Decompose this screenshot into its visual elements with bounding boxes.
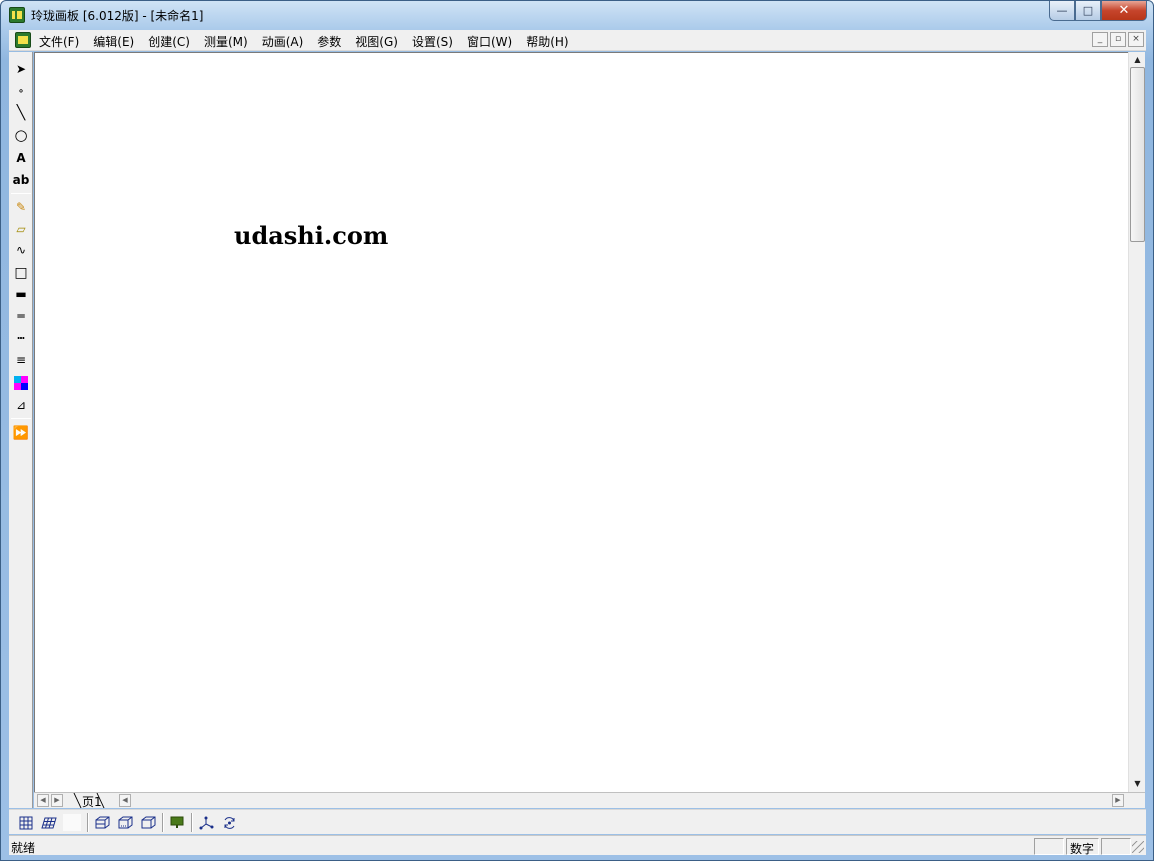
text-label-tool-icon[interactable]: A [12,149,30,167]
resize-grip-icon[interactable] [1132,841,1144,853]
close-button[interactable]: ✕ [1101,1,1147,21]
skew-grid-icon[interactable] [40,814,58,831]
bottom-toolbar-separator-3 [191,813,193,832]
canvas-watermark-text: udashi.com [234,221,389,250]
dotted-line-style-icon[interactable]: ┅ [12,329,30,347]
drawing-toolbox: ➤ ∘ ╲ ○ A ab ✎ ▱ ∿ □ ▬ ═ ┅ ≡ ⊿ ⏩ [9,52,33,808]
display-screen-icon[interactable] [168,814,186,831]
minimize-button[interactable]: — [1049,1,1075,21]
page-tab-bar: ◀ ▶ 页1 ◀ ▶ [34,792,1145,809]
tab-scroll-right-icon[interactable]: ▶ [51,794,63,807]
menu-view[interactable]: 视图(G) [355,33,398,50]
status-pane-empty [1034,838,1064,855]
menu-bar: 文件(F) 编辑(E) 创建(C) 测量(M) 动画(A) 参数 视图(G) 设… [9,30,1146,51]
freehand-tool-icon[interactable]: ∿ [12,241,30,259]
drawing-canvas[interactable]: udashi.com [34,52,1128,792]
vertical-scrollbar[interactable]: ▲ ▼ [1128,52,1145,792]
thick-line-style-icon[interactable]: ▬ [12,285,30,303]
point-tool-icon[interactable]: ∘ [12,82,30,100]
cube-front-icon[interactable] [93,814,111,831]
bottom-toolbar-separator [87,813,89,832]
hscroll-left-arrow-icon[interactable]: ◀ [119,794,131,807]
title-bar[interactable]: 玲珑画板 [6.012版] - [未命名1] — □ ✕ [1,1,1153,29]
menu-settings[interactable]: 设置(S) [412,33,453,50]
cube-iso-icon[interactable] [139,814,157,831]
thin-line-style-icon[interactable]: ═ [12,307,30,325]
blank-tool-icon[interactable] [63,814,81,831]
select-arrow-icon[interactable]: ➤ [12,60,30,78]
hscroll-right-arrow-icon[interactable]: ▶ [1112,794,1124,807]
tab-scroll-left-icon[interactable]: ◀ [37,794,49,807]
num-lock-indicator: 数字 [1066,838,1099,856]
rotate-3d-icon[interactable] [220,814,238,831]
menu-file[interactable]: 文件(F) [39,33,79,50]
pencil-tool-icon[interactable]: ✎ [12,198,30,216]
function-graph-icon[interactable]: ⊿ [12,396,30,414]
line-tool-icon[interactable]: ╲ [12,104,30,122]
document-icon[interactable] [15,32,31,48]
coordinate-axes-icon[interactable] [197,814,215,831]
caption-buttons: — □ ✕ [1049,1,1147,21]
circle-tool-icon[interactable]: ○ [12,126,30,144]
status-pane-empty-2 [1101,838,1131,855]
menu-window[interactable]: 窗口(W) [467,33,512,50]
toolbox-separator [11,193,31,194]
toolbox-separator-2 [11,418,31,419]
text-box-tool-icon[interactable]: ab [12,171,30,189]
mdi-restore-button[interactable]: ▫ [1110,32,1126,47]
menu-edit[interactable]: 编辑(E) [93,33,134,50]
menu-animation[interactable]: 动画(A) [262,33,304,50]
vertical-scroll-thumb[interactable] [1130,67,1145,242]
app-logo-icon[interactable] [9,7,25,23]
app-window: 玲珑画板 [6.012版] - [未命名1] — □ ✕ 文件(F) 编辑(E)… [0,0,1154,861]
rectangle-tool-icon[interactable]: □ [12,264,30,282]
line-weight-icon[interactable]: ≡ [12,351,30,369]
color-palette-swatch [14,376,28,390]
bottom-toolbar-separator-2 [162,813,164,832]
mdi-minimize-button[interactable]: _ [1092,32,1108,47]
mdi-close-button[interactable]: × [1128,32,1144,47]
maximize-button[interactable]: □ [1075,1,1101,21]
menu-parameters[interactable]: 参数 [317,33,341,50]
scroll-up-arrow-icon[interactable]: ▲ [1130,53,1145,67]
mdi-buttons: _ ▫ × [1092,32,1144,47]
cube-side-icon[interactable] [116,814,134,831]
menu-help[interactable]: 帮助(H) [526,33,568,50]
menu-create[interactable]: 创建(C) [148,33,190,50]
play-animation-icon[interactable]: ⏩ [12,424,30,442]
scroll-down-arrow-icon[interactable]: ▼ [1130,777,1145,791]
menu-items: 文件(F) 编辑(E) 创建(C) 测量(M) 动画(A) 参数 视图(G) 设… [39,33,583,50]
color-palette-icon[interactable] [12,374,30,392]
menu-measure[interactable]: 测量(M) [204,33,248,50]
window-title: 玲珑画板 [6.012版] - [未命名1] [31,9,204,23]
status-bar: 就绪 数字 [9,835,1146,856]
eraser-tool-icon[interactable]: ▱ [12,220,30,238]
bottom-toolbar [9,809,1146,834]
status-text: 就绪 [11,841,36,855]
grid-icon[interactable] [17,814,35,831]
